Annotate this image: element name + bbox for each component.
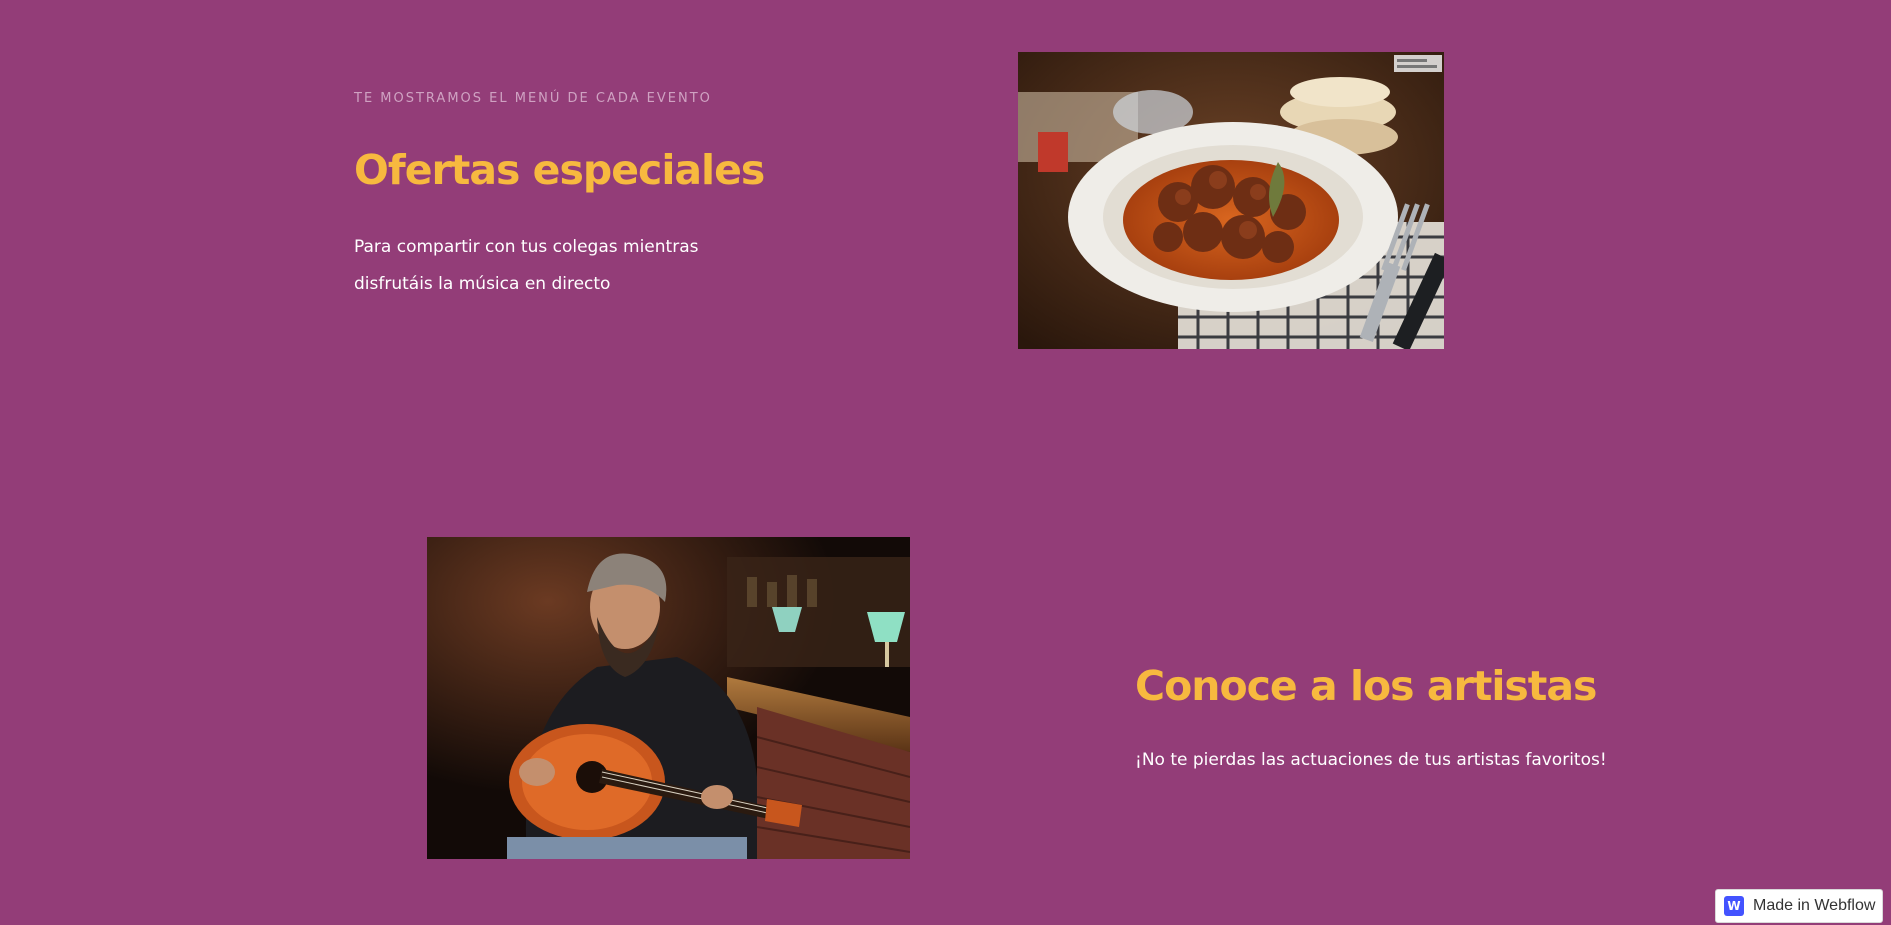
offers-description: Para compartir con tus colegas mientras … <box>354 237 699 294</box>
webflow-logo-icon: W <box>1724 896 1744 916</box>
artists-title: Conoce a los artistas <box>1135 662 1597 710</box>
offers-eyebrow: TE MOSTRAMOS EL MENÚ DE CADA EVENTO <box>354 91 712 106</box>
guitarist-image <box>427 537 910 859</box>
offers-title: Ofertas especiales <box>354 146 765 194</box>
badge-label: Made in Webflow <box>1753 897 1876 914</box>
artists-description: ¡No te pierdas las actuaciones de tus ar… <box>1135 750 1607 770</box>
food-stew-image <box>1018 52 1444 349</box>
made-in-webflow-badge[interactable]: W Made in Webflow <box>1715 889 1883 923</box>
